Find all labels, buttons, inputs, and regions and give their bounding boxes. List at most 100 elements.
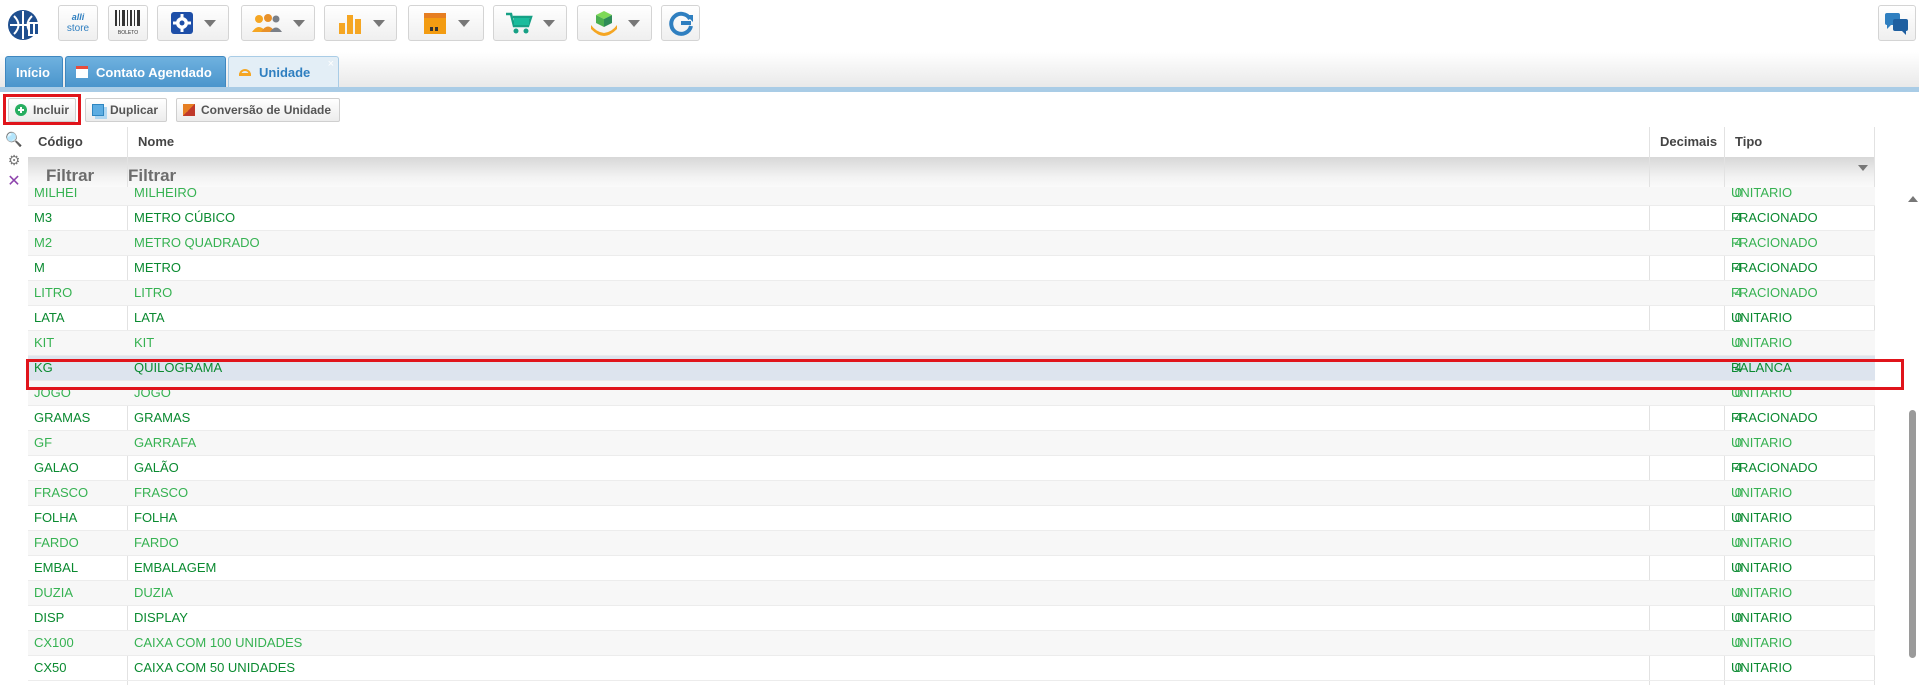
table-row[interactable]: FRASCO FRASCO 0 UNITARIO: [28, 481, 1875, 506]
cell-nome: MILHEIRO: [134, 187, 197, 200]
tab-underline: [0, 87, 1919, 92]
close-tab-icon[interactable]: ×: [328, 58, 334, 70]
cell-codigo: FOLHA: [34, 510, 78, 525]
cell-decimais: 0: [1734, 585, 1742, 600]
cell-decimais: 4: [1734, 260, 1742, 275]
table-row[interactable]: KIT KIT 0 UNITARIO: [28, 331, 1875, 356]
cell-tipo: UNITARIO: [1731, 310, 1793, 325]
chevron-down-icon: [543, 19, 555, 27]
table-row[interactable]: MILHEI MILHEIRO 0 UNITARIO: [28, 187, 1875, 206]
table-row[interactable]: GF GARRAFA 0 UNITARIO: [28, 431, 1875, 456]
table-row[interactable]: CX100 CAIXA COM 100 UNIDADES 0 UNITARIO: [28, 631, 1875, 656]
tab-unidade[interactable]: Unidade ×: [228, 56, 339, 87]
cell-codigo: M3: [34, 210, 53, 225]
cell-codigo: M2: [34, 235, 53, 250]
cell-nome: METRO QUADRADO: [134, 235, 260, 250]
shopping-cart-icon: [506, 12, 533, 34]
table-row[interactable]: EMBAL EMBALAGEM 0 UNITARIO: [28, 556, 1875, 581]
cell-tipo: FRACIONADO: [1731, 460, 1818, 475]
scroll-up-icon[interactable]: [1908, 196, 1918, 202]
close-icon[interactable]: ✕: [6, 173, 22, 190]
cell-nome: GALÃO: [134, 460, 179, 475]
box-icon: [424, 13, 446, 34]
search-icon[interactable]: 🔍: [5, 131, 22, 147]
chevron-down-icon: [458, 19, 470, 27]
table-row[interactable]: FOLHA FOLHA 0 UNITARIO: [28, 506, 1875, 531]
table-row[interactable]: GRAMAS GRAMAS 4 FRACIONADO: [28, 406, 1875, 431]
filter-tipo-dropdown-icon[interactable]: [1858, 165, 1868, 171]
table-row[interactable]: LATA LATA 0 UNITARIO: [28, 306, 1875, 331]
store-button[interactable]: alli store: [58, 5, 98, 41]
cell-tipo: FRACIONADO: [1731, 210, 1818, 225]
cell-tipo: FRACIONADO: [1731, 285, 1818, 300]
column-header-tipo[interactable]: Tipo: [1725, 127, 1875, 157]
barcode-icon: [115, 10, 140, 26]
refresh-button[interactable]: [661, 5, 700, 41]
chevron-down-icon: [293, 19, 305, 27]
table-row[interactable]: LITRO LITRO 4 FRACIONADO: [28, 281, 1875, 306]
table-row[interactable]: M METRO 4 FRACIONADO: [28, 256, 1875, 281]
gear-icon[interactable]: ⚙: [6, 152, 22, 168]
cell-nome: METRO CÚBICO: [134, 210, 236, 225]
chevron-down-icon: [204, 19, 216, 27]
cell-nome: DISPLAY: [134, 610, 188, 625]
tab-label: Unidade: [259, 64, 311, 80]
table-row[interactable]: FARDO FARDO 0 UNITARIO: [28, 531, 1875, 556]
scrollbar-thumb[interactable]: [1909, 410, 1916, 658]
cell-codigo: DUZIA: [34, 585, 73, 600]
conversao-unidade-button[interactable]: Conversão de Unidade: [176, 98, 340, 122]
cell-nome: DUZIA: [134, 585, 173, 600]
cell-decimais: 4: [1734, 460, 1742, 475]
table-row[interactable]: M2 METRO QUADRADO 4 FRACIONADO: [28, 231, 1875, 256]
cell-nome: GARRAFA: [134, 435, 197, 450]
table-row[interactable]: DISP DISPLAY 0 UNITARIO: [28, 606, 1875, 631]
cell-tipo: UNITARIO: [1731, 435, 1793, 450]
app-logo-icon[interactable]: [6, 8, 42, 42]
chat-bubbles-icon: [1885, 13, 1908, 35]
filter-nome-input[interactable]: Filtrar: [128, 166, 176, 186]
cell-nome: EMBALAGEM: [134, 560, 217, 575]
cell-codigo: LITRO: [34, 285, 73, 300]
sales-menu-button[interactable]: [493, 5, 567, 41]
chat-button[interactable]: [1878, 5, 1916, 41]
copy-icon: [92, 104, 104, 116]
boleto-button[interactable]: BOLETO: [108, 5, 148, 41]
cell-decimais: 4: [1734, 235, 1742, 250]
tab-label: Contato Agendado: [96, 64, 212, 80]
grid-body: MILHEI MILHEIRO 0 UNITARIO M3 METRO CÚBICO 4 FR…: [28, 187, 1875, 685]
duplicar-button[interactable]: Duplicar: [85, 98, 167, 122]
table-row[interactable]: M3 METRO CÚBICO 4 FRACIONADO: [28, 206, 1875, 231]
settings-menu-button[interactable]: [157, 5, 229, 41]
cell-tipo: UNITARIO: [1731, 485, 1793, 500]
tab-inicio[interactable]: Início: [5, 56, 63, 87]
cell-tipo: UNITARIO: [1731, 660, 1793, 675]
filter-codigo-input[interactable]: Filtrar: [46, 166, 94, 186]
cell-codigo: CX100: [34, 635, 74, 650]
column-header-nome[interactable]: Nome: [128, 127, 1650, 157]
cell-codigo: KIT: [34, 335, 55, 350]
cell-decimais: 0: [1734, 635, 1742, 650]
tab-contato-agendado[interactable]: Contato Agendado: [65, 56, 226, 87]
cell-nome: GRAMAS: [134, 410, 191, 425]
column-header-decimais[interactable]: Decimais: [1650, 127, 1725, 157]
selected-row-highlight: [26, 359, 1904, 390]
cell-nome: LITRO: [134, 285, 173, 300]
cell-tipo: UNITARIO: [1731, 635, 1793, 650]
table-row[interactable]: DUZIA DUZIA 0 UNITARIO: [28, 581, 1875, 606]
column-header-codigo[interactable]: Código: [28, 127, 128, 157]
reports-menu-button[interactable]: [324, 5, 397, 41]
people-menu-button[interactable]: [241, 5, 315, 41]
table-row[interactable]: CX50 CAIXA COM 50 UNIDADES 0 UNITARIO: [28, 656, 1875, 681]
boleto-label: BOLETO: [117, 30, 139, 36]
cell-tipo: UNITARIO: [1731, 585, 1793, 600]
table-row[interactable]: GALAO GALÃO 4 FRACIONADO: [28, 456, 1875, 481]
gear-icon: [171, 12, 193, 34]
store-label: store: [66, 23, 90, 34]
cell-decimais: 4: [1734, 285, 1742, 300]
delivery-menu-button[interactable]: [577, 5, 652, 41]
cell-tipo: UNITARIO: [1731, 187, 1793, 200]
top-toolbar: alli store BOLETO: [0, 0, 1919, 52]
cell-decimais: 0: [1734, 535, 1742, 550]
incluir-highlight: [3, 94, 81, 125]
products-menu-button[interactable]: [408, 5, 484, 41]
